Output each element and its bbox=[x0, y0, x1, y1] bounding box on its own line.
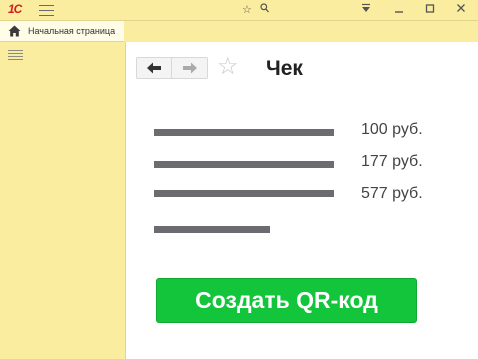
line-item-price-3: 577 руб. bbox=[361, 185, 423, 202]
forward-arrow-icon[interactable] bbox=[172, 58, 207, 78]
menu-toggle-icon[interactable] bbox=[361, 3, 371, 18]
sections-menu-icon[interactable] bbox=[8, 50, 23, 62]
total-line-placeholder bbox=[154, 226, 270, 233]
title-bar: 1С ☆ bbox=[0, 0, 478, 21]
line-item-price-2: 177 руб. bbox=[361, 153, 423, 170]
line-item-price-1: 100 руб. bbox=[361, 121, 423, 138]
search-icon[interactable] bbox=[260, 3, 269, 17]
close-icon[interactable] bbox=[456, 3, 466, 18]
line-item-placeholder-3 bbox=[154, 190, 334, 197]
page-title: Чек bbox=[266, 57, 303, 80]
line-item-placeholder-1 bbox=[154, 129, 334, 136]
maximize-icon[interactable] bbox=[425, 3, 435, 18]
main-menu-icon[interactable] bbox=[39, 5, 54, 16]
add-to-favorites-star-icon[interactable]: ☆ bbox=[217, 54, 239, 80]
logo-text: 1С bbox=[8, 2, 22, 16]
back-arrow-icon[interactable] bbox=[137, 58, 172, 78]
home-page-label: Начальная страница bbox=[28, 26, 116, 36]
minimize-icon[interactable] bbox=[394, 3, 404, 18]
create-qr-code-button[interactable]: Создать QR-код bbox=[156, 278, 417, 323]
favorites-star-icon[interactable]: ☆ bbox=[242, 3, 252, 17]
app-logo[interactable]: 1С bbox=[8, 2, 22, 16]
home-page-link[interactable]: Начальная страница bbox=[0, 21, 124, 42]
line-item-placeholder-2 bbox=[154, 161, 334, 168]
navigation-buttons bbox=[136, 57, 208, 79]
home-icon bbox=[8, 25, 21, 37]
document-form: ☆ Чек 100 руб. 177 руб. 577 руб. Создать… bbox=[125, 42, 478, 359]
